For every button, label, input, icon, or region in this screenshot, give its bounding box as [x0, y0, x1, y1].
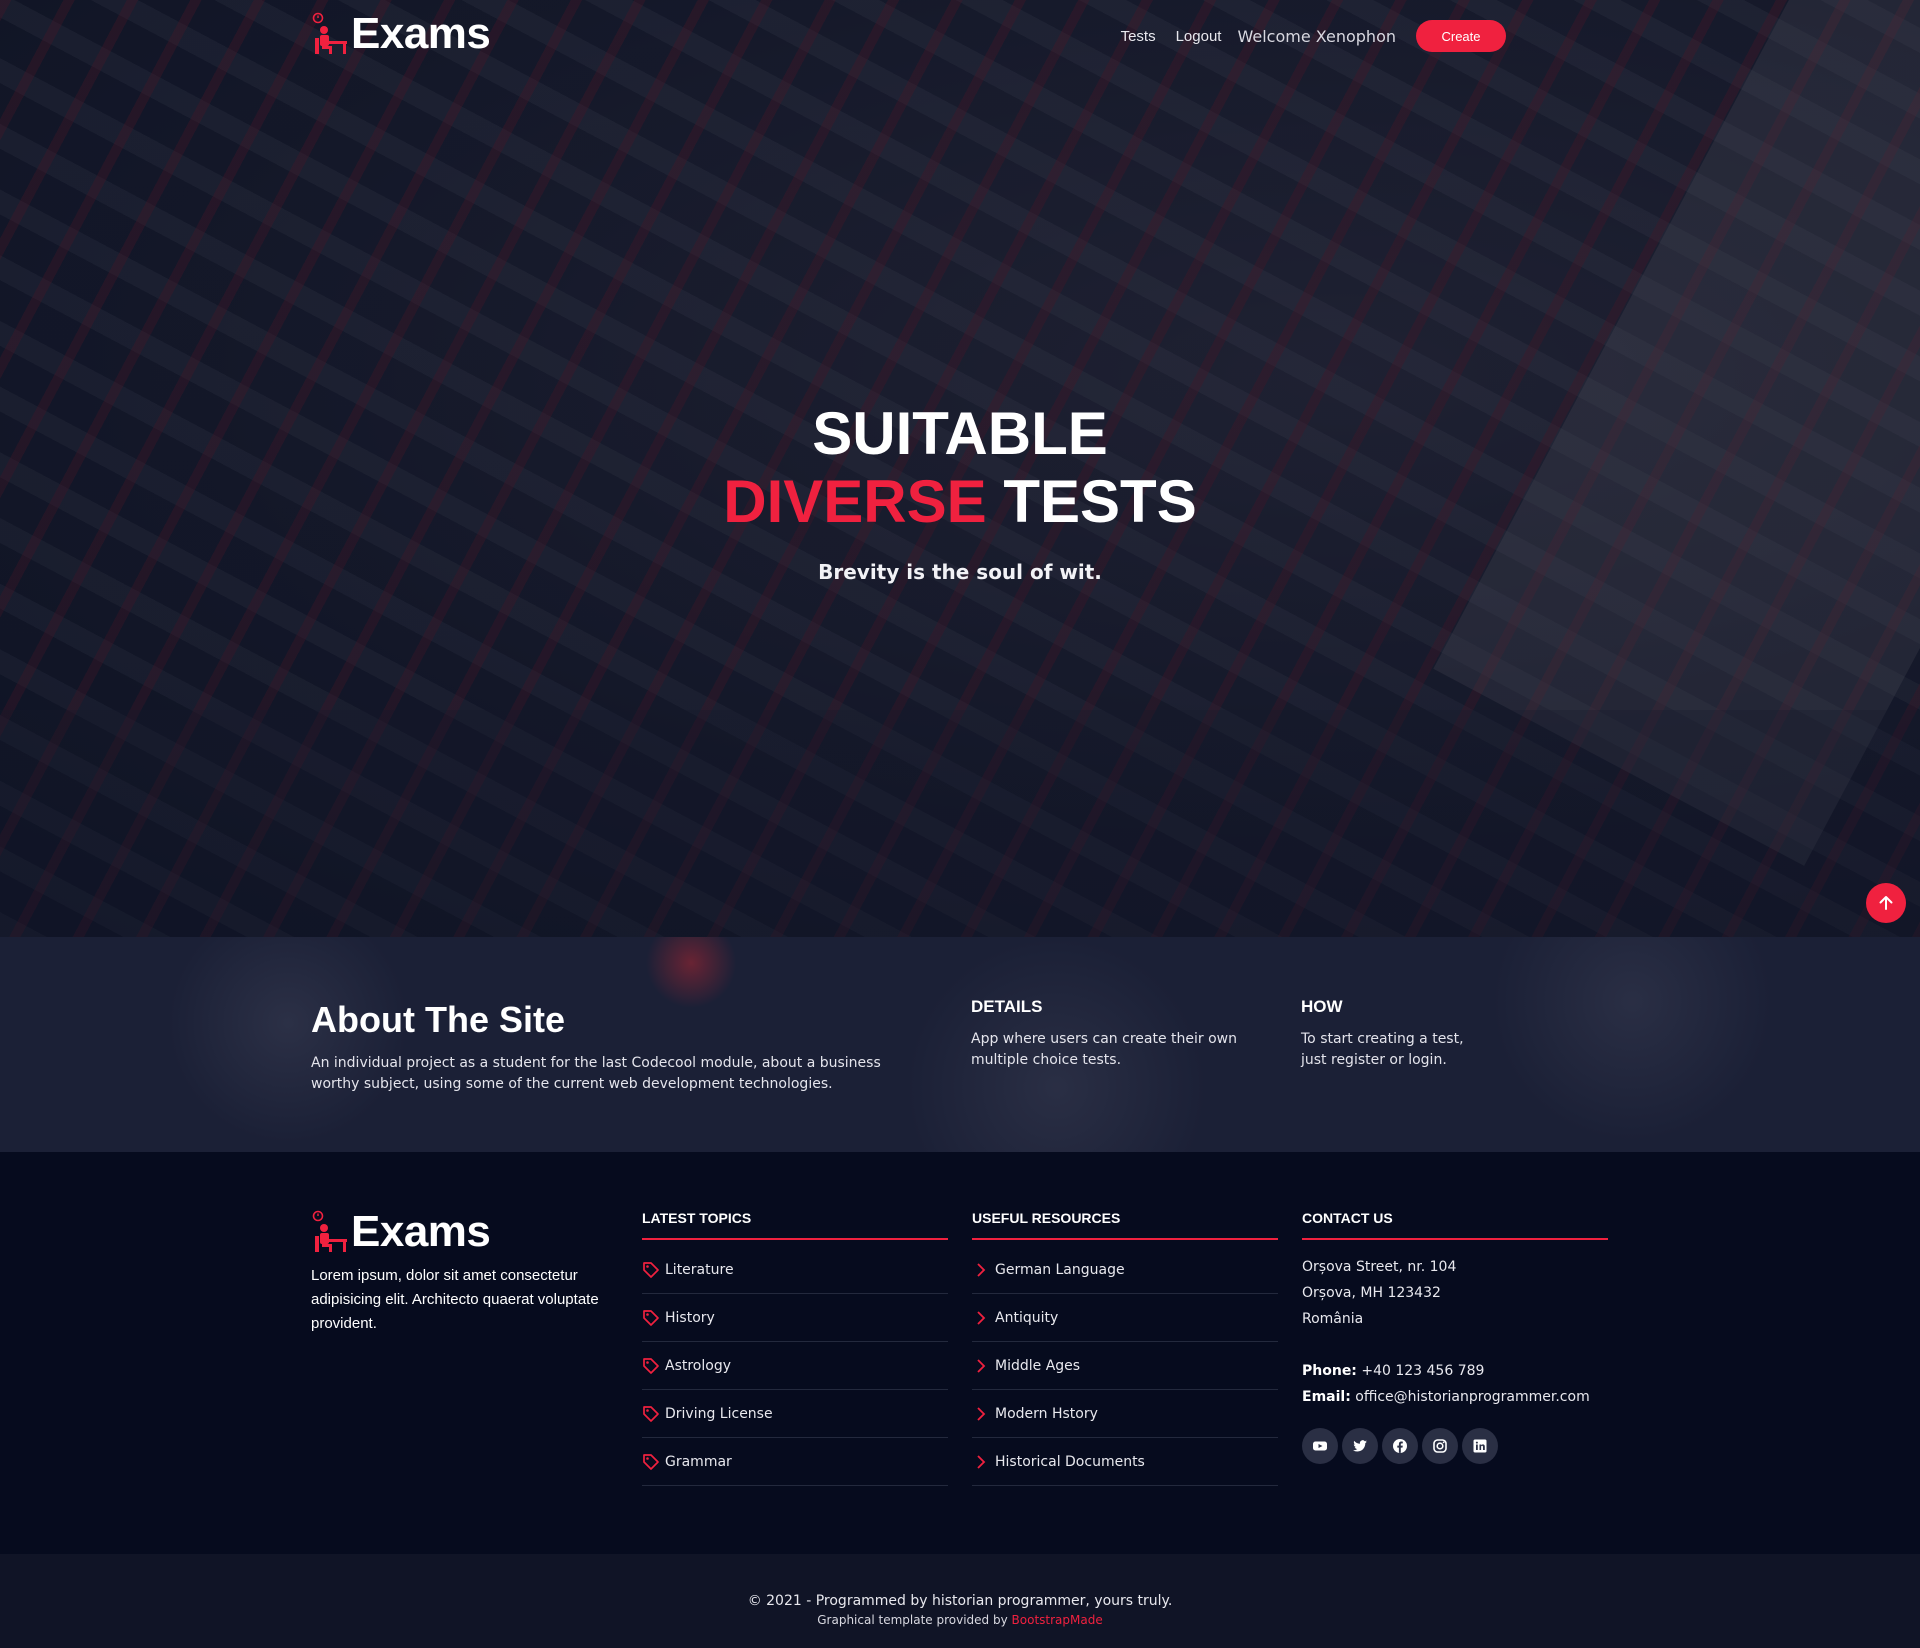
bootstrapmade-link[interactable]: BootstrapMade: [1012, 1613, 1103, 1627]
tag-icon: [643, 1309, 659, 1326]
contact-title: CONTACT US: [1302, 1210, 1608, 1240]
topic-label: Driving License: [665, 1405, 773, 1422]
create-button[interactable]: Create: [1416, 20, 1506, 52]
chevron-right-icon: [977, 1454, 986, 1469]
email-line: Email: office@historianprogrammer.com: [1302, 1384, 1608, 1410]
twitter-link[interactable]: [1342, 1428, 1378, 1464]
email-value[interactable]: office@historianprogrammer.com: [1355, 1389, 1589, 1405]
facebook-icon: [1393, 1439, 1407, 1453]
facebook-link[interactable]: [1382, 1428, 1418, 1464]
footer-brand-name: Exams: [351, 1207, 491, 1256]
useful-resources-column: USEFUL RESOURCES German Language Antiqui…: [972, 1210, 1278, 1486]
how-title: HOW: [1301, 997, 1343, 1016]
hero-title-accent: DIVERSE: [723, 468, 987, 535]
about-section: About The Site An individual project as …: [0, 937, 1920, 1152]
phone-label: Phone:: [1302, 1363, 1357, 1379]
footer-bottom-bar: © 2021 - Programmed by historian program…: [0, 1554, 1920, 1648]
resource-item[interactable]: Historical Documents: [972, 1438, 1278, 1486]
chevron-right-icon: [977, 1262, 986, 1277]
social-links: [1302, 1428, 1608, 1464]
twitter-icon: [1353, 1440, 1367, 1452]
latest-topics-title: LATEST TOPICS: [642, 1210, 948, 1240]
tag-icon: [643, 1261, 659, 1278]
linkedin-icon: [1473, 1439, 1487, 1453]
chevron-right-icon: [977, 1406, 986, 1421]
address-line-3: România: [1302, 1311, 1364, 1327]
hero-text-block: SUITABLE DIVERSE TESTS Brevity is the so…: [0, 400, 1920, 584]
address-line-1: Orșova Street, nr. 104: [1302, 1259, 1457, 1275]
address-line-2: Orșova, MH 123432: [1302, 1285, 1441, 1301]
phone-value: +40 123 456 789: [1361, 1363, 1485, 1379]
hero-title-rest: TESTS: [1003, 468, 1197, 535]
tag-icon: [643, 1453, 659, 1470]
nav-tests-link[interactable]: Tests: [1121, 28, 1156, 45]
resource-item[interactable]: Antiquity: [972, 1294, 1278, 1342]
resource-label: German Language: [995, 1261, 1125, 1278]
chevron-right-icon: [977, 1358, 986, 1373]
resource-label: Middle Ages: [995, 1357, 1081, 1374]
brand-logo[interactable]: Exams: [311, 9, 491, 58]
topics-list: Literature History Astrology Driving Lic…: [642, 1246, 948, 1486]
how-text: To start creating a test, just register …: [1301, 1031, 1464, 1068]
topic-label: Astrology: [665, 1357, 732, 1374]
contact-details: Orșova Street, nr. 104 Orșova, MH 123432…: [1302, 1254, 1608, 1410]
topic-item[interactable]: Astrology: [642, 1342, 948, 1390]
footer-about-text: Lorem ipsum, dolor sit amet consectetur …: [311, 1267, 599, 1332]
resource-label: Modern Hstory: [995, 1405, 1098, 1422]
welcome-text: Welcome Xenophon: [1237, 26, 1396, 46]
back-to-top-button[interactable]: [1866, 883, 1906, 923]
student-desk-icon: [312, 12, 347, 54]
hero-section: Exams Tests Logout Welcome Xenophon Crea…: [0, 0, 1920, 937]
about-main: About The Site An individual project as …: [311, 999, 931, 1095]
hero-title-line1: SUITABLE: [812, 400, 1108, 467]
credits-text: Graphical template provided by Bootstrap…: [0, 1613, 1920, 1627]
brand-name: Exams: [351, 9, 491, 58]
chevron-right-icon: [977, 1310, 986, 1325]
topic-label: History: [665, 1309, 715, 1326]
contact-column: CONTACT US Orșova Street, nr. 104 Orșova…: [1302, 1210, 1608, 1464]
email-label: Email:: [1302, 1389, 1351, 1405]
topic-item[interactable]: Driving License: [642, 1390, 948, 1438]
tag-icon: [643, 1357, 659, 1374]
resources-list: German Language Antiquity Middle Ages Mo…: [972, 1246, 1278, 1486]
topic-label: Literature: [665, 1261, 734, 1278]
navbar: Exams Tests Logout Welcome Xenophon Crea…: [0, 0, 1920, 72]
nav-logout-link[interactable]: Logout: [1176, 28, 1222, 45]
tag-icon: [643, 1405, 659, 1422]
credits-prefix: Graphical template provided by: [817, 1613, 1008, 1627]
copyright-text: © 2021 - Programmed by historian program…: [747, 1593, 1173, 1609]
hero-lower-band: [0, 710, 1920, 937]
hero-subtitle: Brevity is the soul of wit.: [818, 560, 1102, 584]
latest-topics-column: LATEST TOPICS Literature History Astrolo…: [642, 1210, 948, 1486]
topic-label: Grammar: [665, 1453, 732, 1470]
phone-line: Phone: +40 123 456 789: [1302, 1358, 1608, 1384]
instagram-link[interactable]: [1422, 1428, 1458, 1464]
resource-item[interactable]: Modern Hstory: [972, 1390, 1278, 1438]
main-menu: Tests Logout Welcome Xenophon Create: [1101, 20, 1506, 52]
youtube-icon: [1313, 1441, 1327, 1451]
hero-title: SUITABLE DIVERSE TESTS: [0, 400, 1920, 536]
topic-item[interactable]: History: [642, 1294, 948, 1342]
footer-brand-logo[interactable]: Exams: [311, 1207, 491, 1256]
details-text: App where users can create their own mul…: [971, 1031, 1237, 1068]
details-title: DETAILS: [971, 997, 1043, 1016]
instagram-icon: [1433, 1439, 1447, 1453]
about-text: An individual project as a student for t…: [311, 1055, 881, 1092]
about-title: About The Site: [311, 999, 565, 1040]
footer: Exams Lorem ipsum, dolor sit amet consec…: [0, 1152, 1920, 1554]
topic-item[interactable]: Literature: [642, 1246, 948, 1294]
topic-item[interactable]: Grammar: [642, 1438, 948, 1486]
youtube-link[interactable]: [1302, 1428, 1338, 1464]
student-desk-icon: [312, 1210, 347, 1252]
resource-item[interactable]: German Language: [972, 1246, 1278, 1294]
arrow-up-icon: [1879, 896, 1893, 910]
resource-label: Historical Documents: [995, 1453, 1145, 1470]
about-how: HOW To start creating a test, just regis…: [1301, 997, 1481, 1071]
resource-label: Antiquity: [995, 1309, 1059, 1326]
resource-item[interactable]: Middle Ages: [972, 1342, 1278, 1390]
linkedin-link[interactable]: [1462, 1428, 1498, 1464]
about-details: DETAILS App where users can create their…: [971, 997, 1261, 1071]
useful-resources-title: USEFUL RESOURCES: [972, 1210, 1278, 1240]
